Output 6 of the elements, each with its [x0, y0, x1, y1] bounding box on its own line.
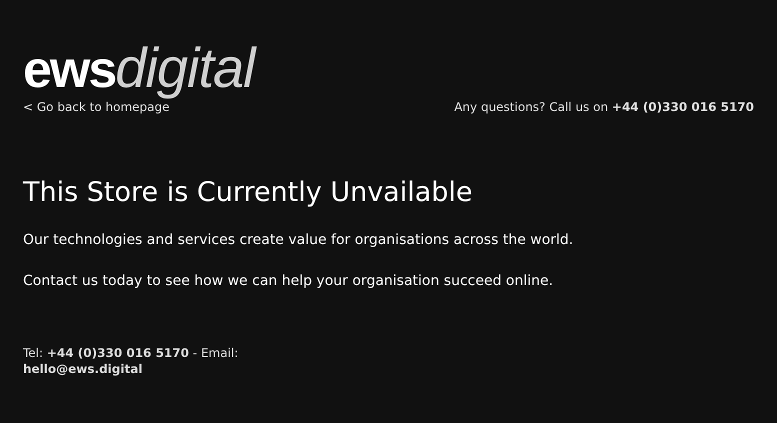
info-paragraph: Contact us today to see how we can help your organisation succeed online. [23, 272, 554, 291]
page-heading: This Store is Currently Unvailable [23, 176, 474, 210]
info-paragraph: Our technologies and services create value for organisations across the world. [23, 230, 574, 250]
contact-phone-text: Any questions? Call us on +44 (0)330 016 5170 [454, 99, 754, 116]
contact-details-text: Tel: +44 (0)330 016 5170 - Email: hello@ews.digital [23, 344, 240, 377]
back-link[interactable]: < Go back to homepage [23, 98, 255, 116]
